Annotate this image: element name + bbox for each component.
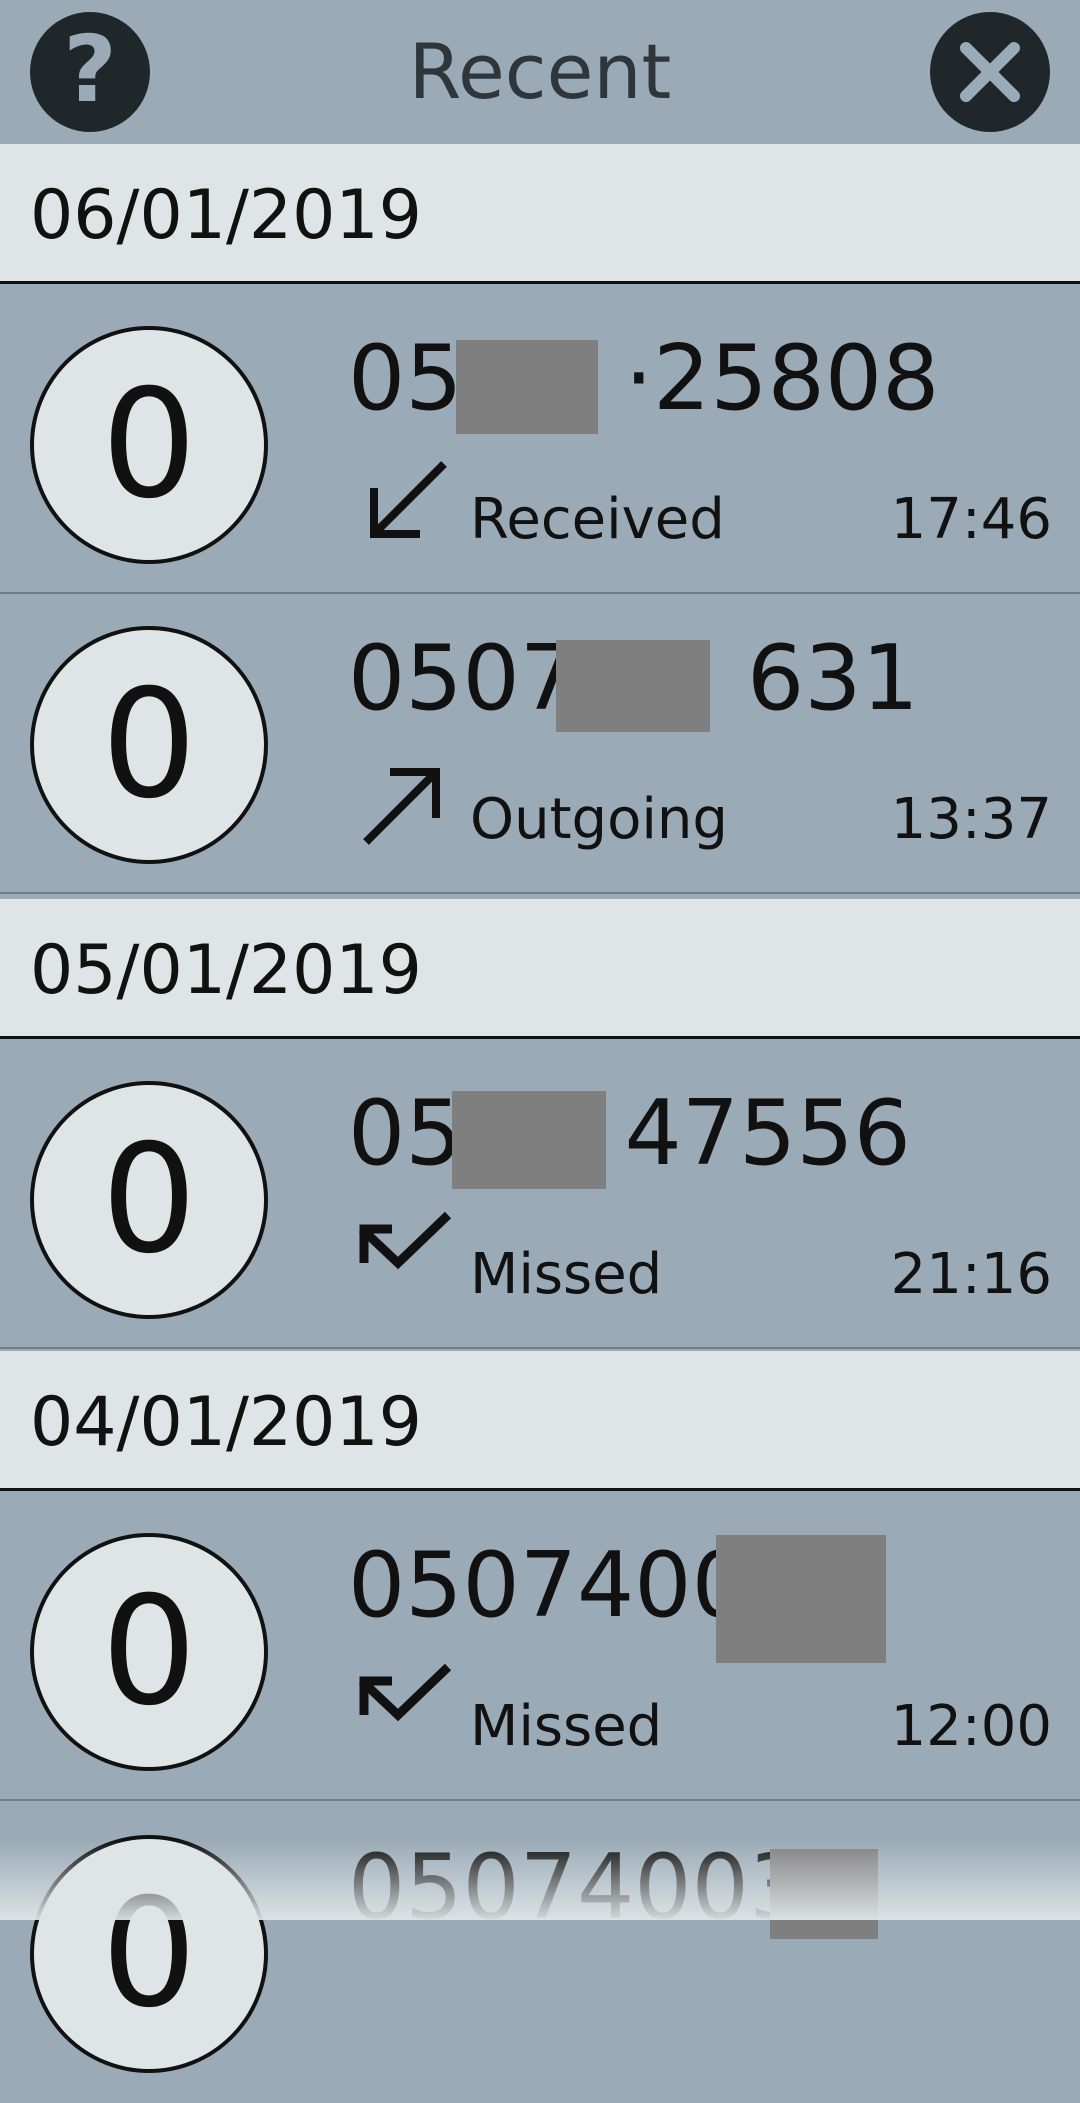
call-log-row[interactable]: 0 05 47556 Missed 21:16	[0, 1049, 1080, 1349]
redaction-block	[716, 1535, 886, 1663]
date-header: 05/01/2019	[0, 899, 1080, 1039]
contact-avatar: 0	[30, 326, 268, 564]
phone-number-prefix: 05074003	[348, 1835, 807, 1940]
phone-number-prefix: 0507	[348, 626, 578, 731]
contact-avatar: 0	[30, 1533, 268, 1771]
page-title: Recent	[408, 27, 672, 116]
close-x-icon	[960, 42, 1020, 102]
call-type-label: Missed	[470, 1694, 663, 1759]
date-label: 04/01/2019	[30, 1383, 422, 1462]
call-time: 12:00	[890, 1694, 1052, 1759]
call-type-label: Missed	[470, 1242, 663, 1307]
call-type-label: Outgoing	[470, 787, 728, 852]
phone-number-suffix: 47556	[624, 1081, 911, 1186]
call-log-row[interactable]: 0 05074003	[0, 1803, 1080, 2103]
date-header: 04/01/2019	[0, 1351, 1080, 1491]
missed-call-arrow-icon	[358, 1211, 452, 1270]
redaction-block	[456, 340, 598, 434]
redaction-block	[452, 1091, 606, 1189]
call-type-label: Received	[470, 487, 725, 552]
close-button[interactable]	[930, 12, 1050, 132]
arrow-up-right-icon	[363, 768, 440, 845]
phone-number-prefix: 05	[348, 326, 463, 431]
phone-number-suffix: 631	[747, 626, 919, 731]
date-label: 05/01/2019	[30, 931, 422, 1010]
date-header: 06/01/2019	[0, 144, 1080, 284]
contact-avatar: 0	[30, 626, 268, 864]
call-time: 21:16	[890, 1242, 1052, 1307]
phone-number: 05·25808	[348, 334, 939, 424]
contact-avatar: 0	[30, 1081, 268, 1319]
phone-number-suffix: ·25808	[624, 326, 940, 431]
call-time: 17:46	[890, 487, 1052, 552]
phone-number: 0507400	[348, 1541, 749, 1631]
redaction-block	[556, 640, 710, 732]
redaction-block	[770, 1849, 878, 1939]
top-bar: ? Recent	[0, 0, 1080, 144]
phone-number: 05 47556	[348, 1089, 911, 1179]
call-time: 13:37	[890, 787, 1052, 852]
date-label: 06/01/2019	[30, 176, 422, 255]
contact-avatar: 0	[30, 1835, 268, 2073]
phone-number-prefix: 05	[348, 1081, 463, 1186]
call-log-row[interactable]: 0 05·25808 Received 17:46	[0, 294, 1080, 594]
call-log-row[interactable]: 0 0507 631 Outgoing 13:37	[0, 594, 1080, 894]
call-log-row[interactable]: 0 0507400 Missed 12:00	[0, 1501, 1080, 1801]
arrow-down-left-icon	[370, 461, 447, 538]
phone-number-prefix: 0507400	[348, 1533, 749, 1638]
missed-call-arrow-icon	[358, 1663, 452, 1722]
